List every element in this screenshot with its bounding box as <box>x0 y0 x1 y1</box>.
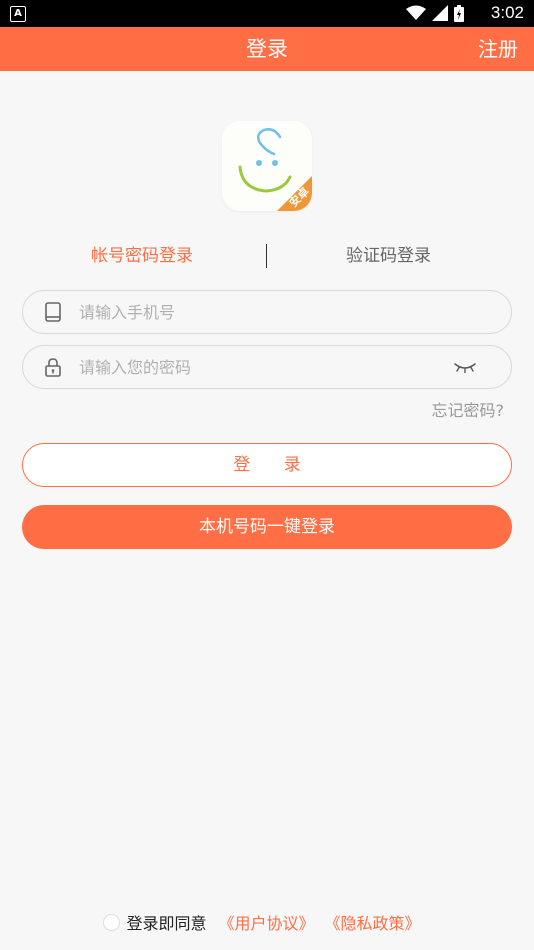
login-button-label: 登 录 <box>233 455 315 475</box>
privacy-policy-link[interactable]: 《隐私政策》 <box>325 910 421 934</box>
agreement-row: 登录即同意 《用户协议》 《隐私政策》 <box>0 910 534 934</box>
page-title: 登录 <box>246 37 288 61</box>
status-bar: A 3:02 <box>0 0 534 27</box>
register-button[interactable]: 注册 <box>478 27 518 71</box>
one-key-login-button[interactable]: 本机号码一键登录 <box>22 505 512 549</box>
signal-icon <box>432 5 448 21</box>
agreement-checkbox[interactable] <box>103 913 121 931</box>
notification-a-icon: A <box>10 6 26 22</box>
password-input[interactable] <box>79 346 439 388</box>
battery-icon <box>454 5 464 22</box>
tab-divider <box>266 244 267 268</box>
wifi-icon <box>406 5 426 20</box>
user-agreement-link[interactable]: 《用户协议》 <box>218 910 314 934</box>
eye-closed-icon[interactable] <box>453 359 477 375</box>
phone-icon <box>45 302 61 322</box>
forgot-password-link[interactable]: 忘记密码? <box>432 397 505 421</box>
status-time: 3:02 <box>490 3 524 22</box>
lock-icon <box>45 358 61 377</box>
agreement-prefix: 登录即同意 <box>126 914 207 933</box>
app-bar: 登录 注册 <box>0 27 534 71</box>
login-button[interactable]: 登 录 <box>22 443 512 487</box>
phone-field[interactable] <box>22 290 512 334</box>
login-tabs: 帐号密码登录 验证码登录 <box>0 240 534 272</box>
tab-password-login[interactable]: 帐号密码登录 <box>91 240 193 272</box>
tab-code-login[interactable]: 验证码登录 <box>346 240 431 272</box>
status-icons <box>406 5 464 22</box>
app-logo: 安卓 <box>222 121 312 211</box>
password-field[interactable] <box>22 345 512 389</box>
phone-input[interactable] <box>79 291 439 333</box>
